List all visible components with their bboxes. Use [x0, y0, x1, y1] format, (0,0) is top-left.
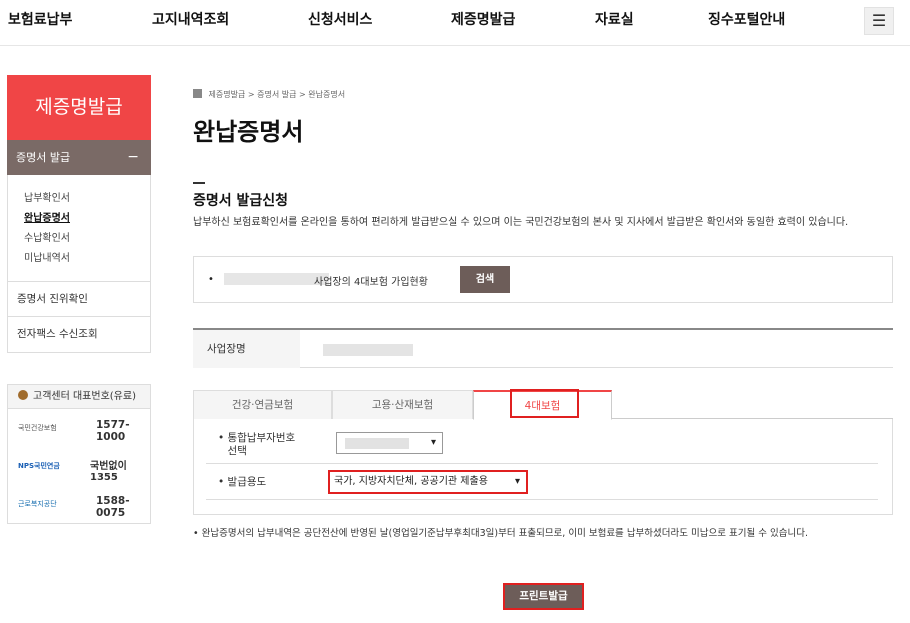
masked-payer-number	[345, 438, 409, 449]
sidebar: 제증명발급 증명서 발급 − 납부확인서 완납증명서 수납확인서 미납내역서 증…	[7, 75, 151, 353]
notice-text: • 완납증명서의 납부내역은 공단전산에 반영된 날(영업일기준납부후최대3일)…	[193, 528, 808, 539]
business-name-label: 사업장명	[193, 330, 300, 368]
cs-row-comwel: 근로복지공단 1588-0075	[8, 485, 150, 523]
purpose-select-value: 국가, 지방자치단체, 공공기관 제출용	[334, 476, 488, 487]
sidebar-item-receipt-confirm[interactable]: 수납확인서	[24, 229, 150, 249]
customer-center-box: 고객센터 대표번호(유료) 국민건강보험 1577-1000 NPS국민연금 국…	[7, 384, 151, 524]
cs-number-nhis: 1577-1000	[96, 419, 130, 443]
sidebar-category[interactable]: 증명서 발급 −	[7, 140, 151, 175]
breadcrumb-item[interactable]: 증명서 발급 >	[257, 90, 306, 99]
payer-number-label-text: 통합납부자번호선택	[227, 432, 296, 457]
hamburger-icon[interactable]: ☰	[864, 7, 894, 35]
sidebar-submenu: 납부확인서 완납증명서 수납확인서 미납내역서	[7, 175, 151, 281]
breadcrumb-item[interactable]: 제증명발급 >	[209, 90, 255, 99]
payer-number-label: • 통합납부자번호선택	[218, 432, 304, 458]
purpose-select[interactable]: 국가, 지방자치단체, 공공기관 제출용 ▾	[328, 470, 528, 494]
top-navigation: 보험료납부 고지내역조회 신청서비스 제증명발급 자료실 징수포털안내 ☰	[0, 0, 910, 46]
customer-center-title: 고객센터 대표번호(유료)	[33, 391, 136, 402]
section-title: 증명서 발급신청	[193, 193, 289, 209]
purpose-label-text: 발급용도	[227, 476, 267, 488]
section-divider	[193, 182, 205, 184]
cs-number-nps: 국번없이1355	[90, 461, 127, 483]
payer-number-select[interactable]: ▾	[336, 432, 443, 454]
tab-health-pension[interactable]: 건강·연금보험	[193, 390, 332, 419]
chevron-down-icon: ▾	[430, 437, 436, 448]
form-row-payer: • 통합납부자번호선택 ▾	[206, 419, 878, 464]
nav-item-portal-guide[interactable]: 징수포털안내	[708, 9, 785, 29]
search-box: • 사업장의 4대보험 가입현황 검색	[193, 256, 893, 303]
nav-item-application[interactable]: 신청서비스	[308, 9, 372, 29]
purpose-label: • 발급용도	[218, 476, 267, 488]
home-icon[interactable]	[193, 89, 202, 98]
nav-item-payment[interactable]: 보험료납부	[8, 9, 72, 29]
nhis-logo-icon: 국민건강보험	[18, 424, 57, 432]
issue-form: • 통합납부자번호선택 ▾ • 발급용도 국가, 지방자치단체, 공공기관 제출…	[193, 419, 893, 515]
sidebar-item-unpaid-details[interactable]: 미납내역서	[24, 249, 150, 269]
sidebar-category-label: 증명서 발급	[16, 151, 71, 164]
bullet: •	[208, 274, 214, 285]
masked-business-name	[323, 344, 413, 356]
breadcrumb: 제증명발급 > 증명서 발급 > 완납증명서	[193, 89, 345, 100]
sidebar-header: 제증명발급	[7, 75, 151, 140]
section-description: 납부하신 보험료확인서를 온라인을 통하여 편리하게 발급받으실 수 있으며 이…	[193, 217, 849, 228]
nps-logo-icon: NPS국민연금	[18, 462, 60, 470]
sidebar-link-efax[interactable]: 전자팩스 수신조회	[7, 317, 151, 353]
collapse-icon[interactable]: −	[127, 140, 139, 175]
nav-item-certificates[interactable]: 제증명발급	[451, 9, 515, 29]
nav-item-notice-history[interactable]: 고지내역조회	[152, 9, 229, 29]
customer-center-header: 고객센터 대표번호(유료)	[8, 385, 150, 409]
nav-item-library[interactable]: 자료실	[595, 9, 634, 29]
business-name-row: 사업장명	[193, 328, 893, 368]
cs-row-nhis: 국민건강보험 1577-1000	[8, 409, 150, 447]
search-button[interactable]: 검색	[460, 266, 510, 293]
sidebar-item-full-payment[interactable]: 완납증명서	[24, 209, 150, 229]
search-label: 사업장의 4대보험 가입현황	[314, 277, 428, 288]
notice-body: 완납증명서의 납부내역은 공단전산에 반영된 날(영업일기준납부후최대3일)부터…	[201, 528, 808, 539]
phone-icon	[18, 390, 28, 400]
comwel-logo-icon: 근로복지공단	[18, 500, 57, 508]
cs-number-comwel: 1588-0075	[96, 495, 130, 519]
tab-employment-accident[interactable]: 고용·산재보험	[332, 390, 473, 419]
page-title: 완납증명서	[193, 118, 304, 146]
chevron-down-icon: ▾	[514, 476, 520, 487]
sidebar-link-verify[interactable]: 증명서 진위확인	[7, 281, 151, 317]
form-row-purpose: • 발급용도 국가, 지방자치단체, 공공기관 제출용 ▾	[206, 464, 878, 500]
sidebar-item-payment-confirm[interactable]: 납부확인서	[24, 189, 150, 209]
print-issue-button[interactable]: 프린트발급	[503, 583, 584, 610]
cs-row-nps: NPS국민연금 국번없이1355	[8, 447, 150, 485]
breadcrumb-current: 완납증명서	[308, 90, 346, 99]
tab-highlight	[510, 389, 579, 418]
